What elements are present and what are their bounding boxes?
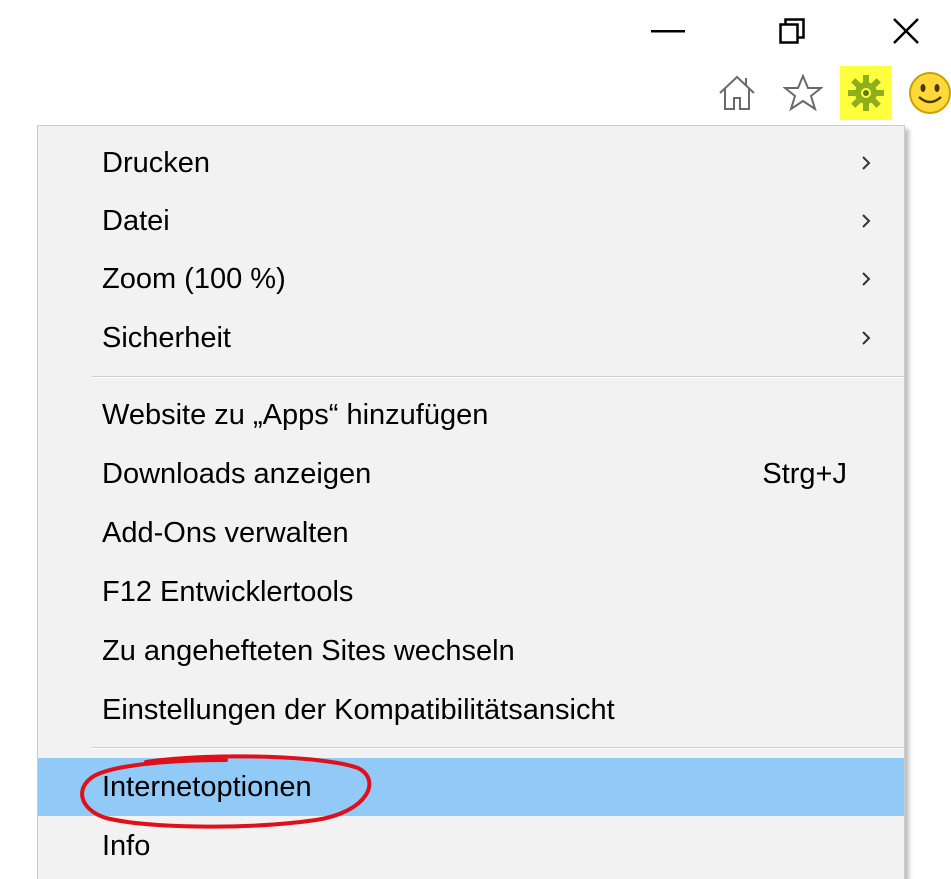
menu-item-compatibility-view[interactable]: Einstellungen der Kompatibilitätsansicht (38, 681, 904, 739)
restore-icon (779, 18, 805, 44)
menu-item-internet-options[interactable]: Internetoptionen (38, 758, 904, 816)
menu-item-label: Zoom (100 %) (102, 262, 286, 295)
menu-item-add-to-apps[interactable]: Website zu „Apps“ hinzufügen (38, 386, 904, 444)
menu-item-label: Einstellungen der Kompatibilitätsansicht (102, 693, 615, 726)
menu-item-label: Internetoptionen (102, 770, 312, 803)
menu-separator (92, 376, 904, 378)
menu-item-shortcut: Strg+J (762, 457, 847, 490)
tools-button[interactable] (840, 66, 892, 120)
menu-item-label: Sicherheit (102, 321, 231, 354)
home-icon (719, 75, 755, 110)
home-button[interactable] (712, 68, 762, 118)
menu-item-sicherheit[interactable]: Sicherheit (38, 309, 904, 367)
feedback-button[interactable] (905, 68, 951, 118)
menu-item-label: F12 Entwicklertools (102, 575, 354, 608)
menu-item-label: Downloads anzeigen (102, 457, 372, 490)
menu-item-zoom[interactable]: Zoom (100 %) (38, 250, 904, 308)
menu-item-drucken[interactable]: Drucken (38, 134, 904, 192)
close-button[interactable] (861, 0, 951, 62)
menu-item-datei[interactable]: Datei (38, 192, 904, 250)
minimize-button[interactable] (623, 0, 713, 62)
menu-separator (92, 747, 904, 749)
menu-item-label: Add-Ons verwalten (102, 516, 349, 549)
smiley-icon (909, 72, 951, 114)
menu-item-label: Zu angehefteten Sites wechseln (102, 634, 515, 667)
menu-item-label: Drucken (102, 146, 210, 179)
menu-item-devtools[interactable]: F12 Entwicklertools (38, 563, 904, 621)
star-icon (783, 74, 823, 112)
menu-item-label: Datei (102, 204, 170, 237)
menu-item-add-ons[interactable]: Add-Ons verwalten (38, 504, 904, 562)
favorites-button[interactable] (778, 68, 828, 118)
chevron-right-icon (856, 206, 876, 236)
screen: Drucken Datei Zoom (100 %) Sicherheit We… (0, 0, 951, 879)
menu-item-label: Info (102, 829, 151, 862)
gear-icon (848, 75, 884, 111)
chevron-right-icon (856, 323, 876, 353)
close-icon (893, 18, 919, 44)
minimize-icon (651, 30, 685, 33)
menu-item-downloads[interactable]: Downloads anzeigen Strg+J (38, 445, 904, 503)
menu-item-pinned-sites[interactable]: Zu angehefteten Sites wechseln (38, 622, 904, 680)
menu-item-info[interactable]: Info (38, 817, 904, 875)
chevron-right-icon (856, 264, 876, 294)
restore-button[interactable] (747, 0, 837, 62)
menu-item-label: Website zu „Apps“ hinzufügen (102, 398, 489, 431)
chevron-right-icon (856, 148, 876, 178)
tools-menu: Drucken Datei Zoom (100 %) Sicherheit We… (37, 125, 905, 879)
